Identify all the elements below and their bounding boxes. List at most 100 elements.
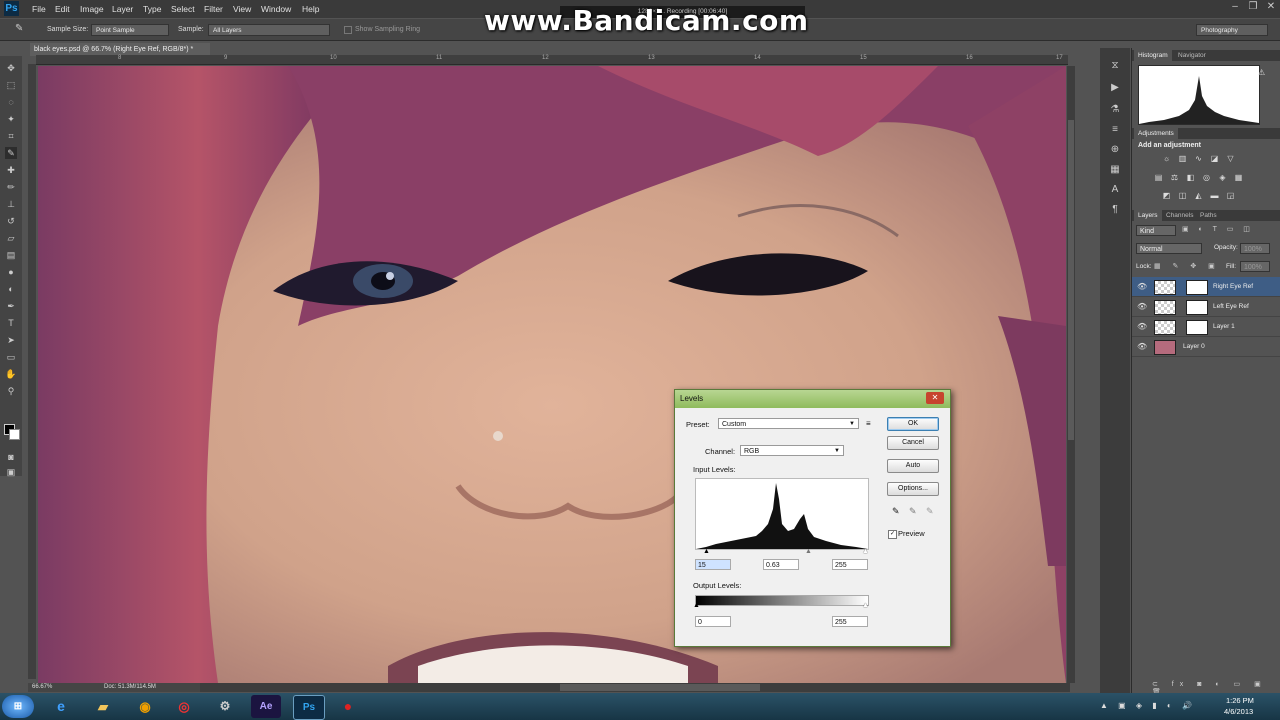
layer-row-layer-1[interactable]: 👁 Layer 1 xyxy=(1132,317,1280,337)
brightness-icon[interactable]: ☼ xyxy=(1162,155,1171,163)
history-panel-icon[interactable]: ⧖ xyxy=(1109,60,1121,72)
lasso-tool-icon[interactable]: ◌ xyxy=(5,96,17,108)
lock-icons[interactable]: ▦ ✎ ✥ ▣ xyxy=(1154,262,1220,270)
dodge-tool-icon[interactable]: ◐ xyxy=(5,283,17,295)
gray-point-eyedropper-icon[interactable]: ✎ xyxy=(909,506,917,517)
output-black-field[interactable]: 0 xyxy=(695,616,731,627)
gradient-map-icon[interactable]: ▬ xyxy=(1210,192,1219,200)
curves-icon[interactable]: ∿ xyxy=(1194,155,1203,163)
menu-edit[interactable]: Edit xyxy=(55,4,70,14)
opacity-input[interactable]: 100% xyxy=(1240,243,1270,254)
chrome-icon[interactable]: ◎ xyxy=(169,695,199,718)
start-button-icon[interactable]: ⊞ xyxy=(2,695,34,718)
input-gamma-field[interactable]: 0.63 xyxy=(763,559,799,570)
brush-presets-icon[interactable]: ≡ xyxy=(1109,124,1121,136)
auto-button[interactable]: Auto xyxy=(887,459,939,473)
layer-filter-icons[interactable]: ▣ ◐ T ▭ ◫ xyxy=(1182,225,1254,233)
layer-mask-thumbnail[interactable] xyxy=(1186,300,1208,315)
tab-adjustments[interactable]: Adjustments xyxy=(1134,128,1178,139)
vertical-scroll-thumb[interactable] xyxy=(1068,120,1074,440)
hand-tool-icon[interactable]: ✋ xyxy=(5,368,17,380)
input-white-slider[interactable]: ▲ xyxy=(862,548,869,555)
quick-mask-icon[interactable]: ◙ xyxy=(5,451,17,463)
type-tool-icon[interactable]: T xyxy=(5,317,17,329)
media-player-icon[interactable]: ◉ xyxy=(130,695,160,718)
layer-row-right-eye-ref[interactable]: 👁 Right Eye Ref xyxy=(1132,277,1280,297)
minimize-button[interactable]: – xyxy=(1226,0,1244,14)
horizontal-scroll-thumb[interactable] xyxy=(560,684,760,691)
black-point-eyedropper-icon[interactable]: ✎ xyxy=(892,506,900,517)
color-balance-icon[interactable]: ⚖ xyxy=(1170,174,1179,182)
clone-source-icon[interactable]: ⊕ xyxy=(1109,144,1121,156)
eyedropper-icon[interactable]: ✎ xyxy=(15,23,23,34)
channel-select[interactable]: RGB ▼ xyxy=(740,445,844,456)
layer-mask-thumbnail[interactable] xyxy=(1186,280,1208,295)
photo-filter-icon[interactable]: ◎ xyxy=(1202,174,1211,182)
visibility-eye-icon[interactable]: 👁 xyxy=(1137,322,1147,331)
menu-image[interactable]: Image xyxy=(80,4,104,14)
shape-tool-icon[interactable]: ▭ xyxy=(5,351,17,363)
stamp-tool-icon[interactable]: ⊥ xyxy=(5,198,17,210)
color-lookup-icon[interactable]: ▦ xyxy=(1234,174,1243,182)
layer-kind-filter[interactable]: Kind xyxy=(1136,225,1176,236)
input-gamma-slider[interactable]: ▲ xyxy=(805,548,812,555)
input-white-field[interactable]: 255 xyxy=(832,559,868,570)
input-black-field[interactable]: 15 xyxy=(695,559,731,570)
input-slider-track[interactable]: ▲ ▲ ▲ xyxy=(695,548,869,555)
visibility-eye-icon[interactable]: 👁 xyxy=(1137,342,1147,351)
zoom-level[interactable]: 66.67% xyxy=(32,683,52,692)
after-effects-icon[interactable]: Ae xyxy=(251,695,281,718)
healing-tool-icon[interactable]: ✚ xyxy=(5,164,17,176)
tab-layers[interactable]: Layers xyxy=(1134,210,1162,221)
workspace-select[interactable]: Photography xyxy=(1196,24,1268,36)
layer-row-layer-0[interactable]: 👁 Layer 0 xyxy=(1132,337,1280,357)
zoom-tool-icon[interactable]: ⚲ xyxy=(5,385,17,397)
app-icon[interactable]: ⚙ xyxy=(210,695,240,718)
exposure-icon[interactable]: ◪ xyxy=(1210,155,1219,163)
output-black-slider[interactable]: ▲ xyxy=(693,602,700,609)
swatches-icon[interactable]: ▦ xyxy=(1109,164,1121,176)
cancel-button[interactable]: Cancel xyxy=(887,436,939,450)
background-color-swatch[interactable] xyxy=(9,429,20,440)
fill-input[interactable]: 100% xyxy=(1240,261,1270,272)
character-panel-icon[interactable]: A xyxy=(1109,184,1121,196)
bandicam-icon[interactable]: ● xyxy=(333,695,363,718)
tool-presets-icon[interactable]: ⚗ xyxy=(1109,104,1121,116)
blur-tool-icon[interactable]: ● xyxy=(5,266,17,278)
sample-select[interactable]: All Layers xyxy=(208,24,330,36)
vibrance-icon[interactable]: ▽ xyxy=(1226,155,1235,163)
output-white-field[interactable]: 255 xyxy=(832,616,868,627)
menu-filter[interactable]: Filter xyxy=(204,4,223,14)
actions-panel-icon[interactable]: ▶ xyxy=(1109,82,1121,94)
internet-explorer-icon[interactable]: e xyxy=(46,695,76,718)
paragraph-panel-icon[interactable]: ¶ xyxy=(1109,204,1121,216)
brush-tool-icon[interactable]: ✏ xyxy=(5,181,17,193)
screen-mode-icon[interactable]: ▣ xyxy=(5,466,17,478)
ok-button[interactable]: OK xyxy=(887,417,939,431)
invert-icon[interactable]: ◩ xyxy=(1162,192,1171,200)
menu-window[interactable]: Window xyxy=(261,4,291,14)
tab-histogram[interactable]: Histogram xyxy=(1134,50,1172,61)
menu-view[interactable]: View xyxy=(233,4,251,14)
quick-select-tool-icon[interactable]: ✦ xyxy=(5,113,17,125)
eraser-tool-icon[interactable]: ▱ xyxy=(5,232,17,244)
tray-icons[interactable]: ▲ ▣ ◈ ▮ ◐ 🔊 xyxy=(1100,701,1196,710)
close-button[interactable]: ✕ xyxy=(1262,0,1280,14)
history-brush-icon[interactable]: ↺ xyxy=(5,215,17,227)
visibility-eye-icon[interactable]: 👁 xyxy=(1137,282,1147,291)
show-sampling-ring-checkbox[interactable] xyxy=(344,26,352,34)
input-black-slider[interactable]: ▲ xyxy=(703,548,710,555)
photoshop-taskbar-icon[interactable]: Ps xyxy=(293,695,325,720)
black-white-icon[interactable]: ◧ xyxy=(1186,174,1195,182)
menu-file[interactable]: File xyxy=(32,4,46,14)
hue-saturation-icon[interactable]: ▤ xyxy=(1154,174,1163,182)
pen-tool-icon[interactable]: ✒ xyxy=(5,300,17,312)
channel-mixer-icon[interactable]: ◈ xyxy=(1218,174,1227,182)
restore-button[interactable]: ❐ xyxy=(1244,0,1262,14)
visibility-eye-icon[interactable]: 👁 xyxy=(1137,302,1147,311)
output-white-slider[interactable]: ▲ xyxy=(862,602,869,609)
levels-icon[interactable]: ▥ xyxy=(1178,155,1187,163)
move-tool-icon[interactable]: ✥ xyxy=(5,62,17,74)
threshold-icon[interactable]: ◭ xyxy=(1194,192,1203,200)
tab-paths[interactable]: Paths xyxy=(1196,210,1221,221)
